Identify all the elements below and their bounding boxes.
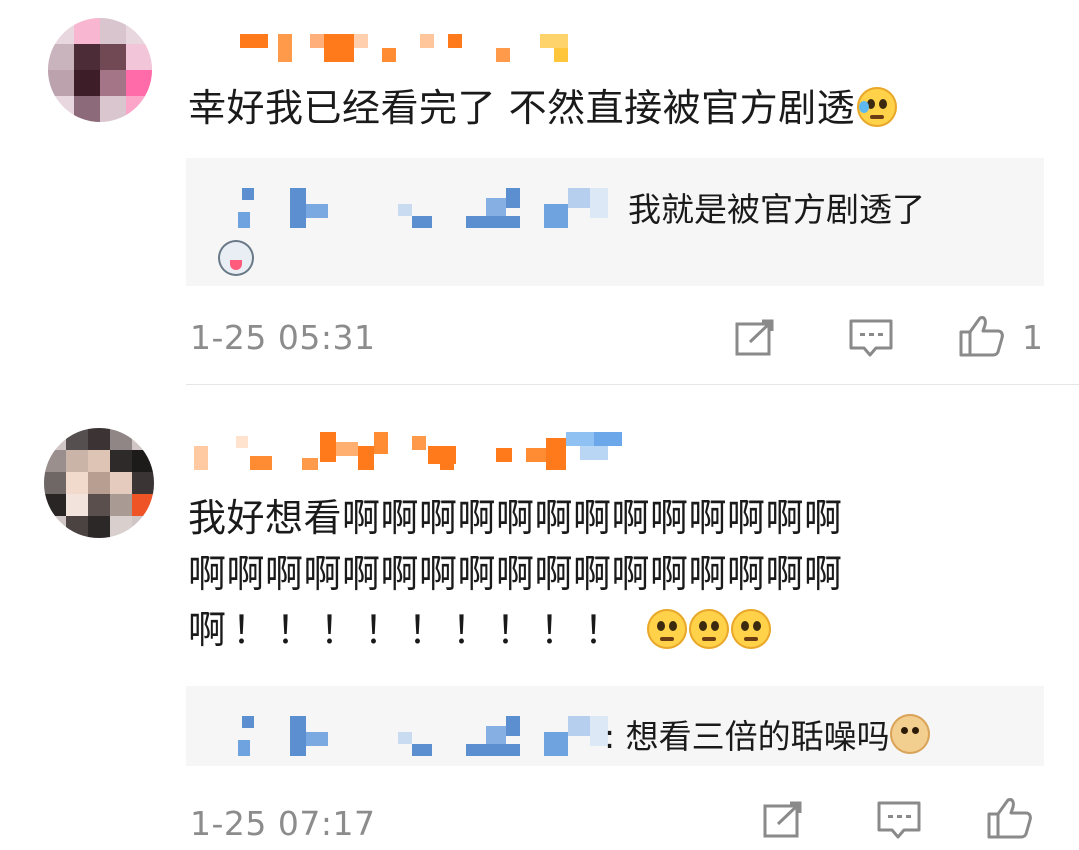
doge-emoji xyxy=(889,714,930,754)
comment-text: 我好想看啊啊啊啊啊啊啊啊啊啊啊啊啊 啊啊啊啊啊啊啊啊啊啊啊啊啊啊啊啊啊 啊！！！… xyxy=(188,490,843,658)
comment-text: 幸好我已经看完了 不然直接被官方剧透 xyxy=(188,80,898,136)
comment-text-line: 幸好我已经看完了 不然直接被官方剧透 xyxy=(188,86,856,130)
username-mosaic[interactable] xyxy=(190,432,630,470)
timestamp: 1-25 07:17 xyxy=(190,804,376,843)
comment-text-line: 啊啊啊啊啊啊啊啊啊啊啊啊啊啊啊啊啊 xyxy=(188,552,843,596)
share-icon[interactable] xyxy=(762,800,806,840)
comment-item: 我好想看啊啊啊啊啊啊啊啊啊啊啊啊啊 啊啊啊啊啊啊啊啊啊啊啊啊啊啊啊啊啊 啊！！！… xyxy=(0,388,1079,850)
reply-preview[interactable]: : 想看三倍的聒噪吗 xyxy=(186,686,1044,766)
reply-text: 我就是被官方剧透了 xyxy=(628,190,925,229)
avatar[interactable] xyxy=(48,18,152,122)
timestamp: 1-25 05:31 xyxy=(190,318,376,357)
comment-icon[interactable] xyxy=(848,318,894,358)
comment-icon[interactable] xyxy=(876,800,922,840)
reply-preview[interactable]: 我就是被官方剧透了 xyxy=(186,158,1044,286)
share-icon[interactable] xyxy=(734,318,778,358)
reply-text: : 想看三倍的聒噪吗 xyxy=(604,714,930,757)
husky-emoji xyxy=(218,240,254,276)
divider xyxy=(186,384,1079,385)
like-icon[interactable] xyxy=(958,314,1006,358)
reply-username-mosaic[interactable] xyxy=(238,716,618,768)
like-count: 1 xyxy=(1022,318,1044,357)
laughing-tears-emoji xyxy=(857,87,898,127)
username-mosaic[interactable] xyxy=(190,30,590,66)
pleading-emoji xyxy=(646,609,687,649)
avatar[interactable] xyxy=(44,428,154,538)
comment-text-line: 我好想看啊啊啊啊啊啊啊啊啊啊啊啊啊 xyxy=(188,496,843,540)
pleading-emoji xyxy=(688,609,729,649)
pleading-emoji xyxy=(730,609,771,649)
reply-text-content: : 想看三倍的聒噪吗 xyxy=(604,717,890,756)
comment-text-line-last: 啊！！！！！！！！！ xyxy=(188,602,843,658)
comment-text-line: 啊！！！！！！！！！ xyxy=(188,608,629,652)
comment-item: 幸好我已经看完了 不然直接被官方剧透 我就是被官方剧透了 1-25 05:31 xyxy=(0,0,1079,385)
like-icon[interactable] xyxy=(986,796,1034,840)
reply-username-mosaic[interactable] xyxy=(238,188,618,240)
